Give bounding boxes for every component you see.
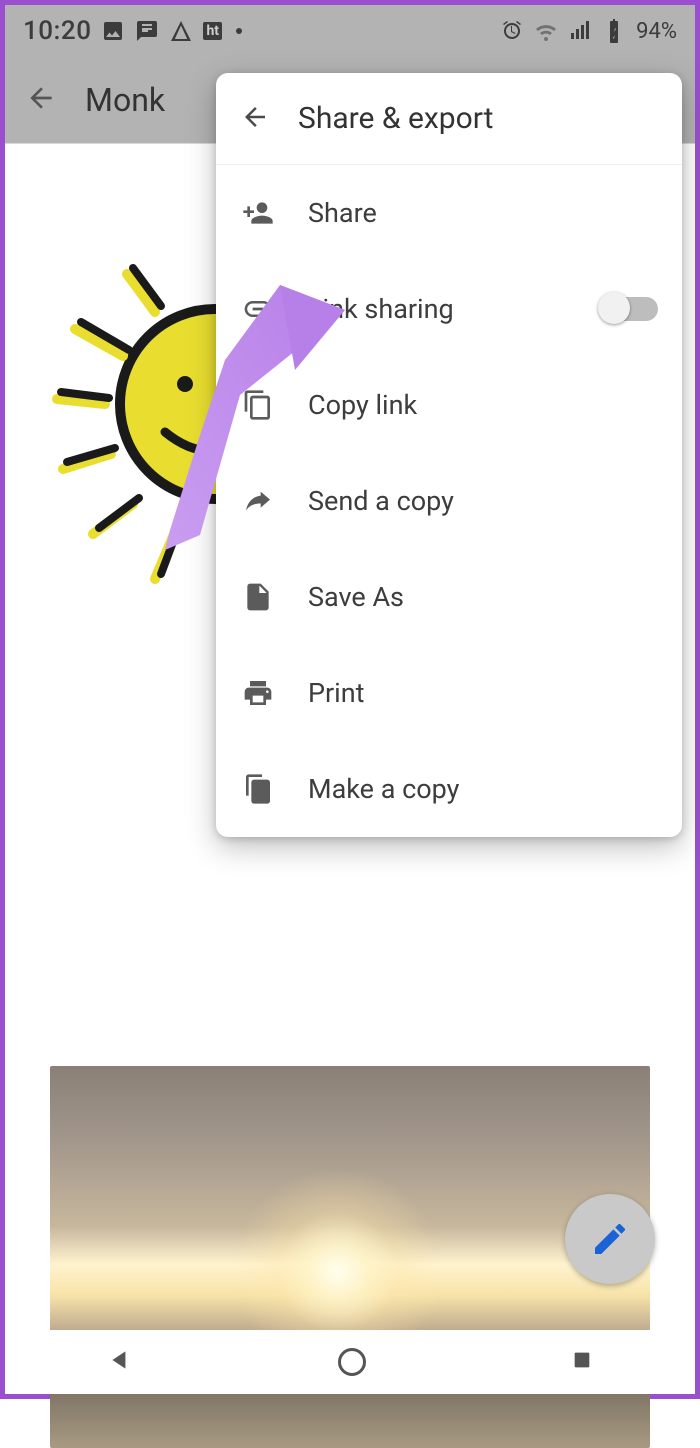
menu-item-copy-link[interactable]: Copy link: [216, 357, 682, 453]
send-icon: [240, 483, 276, 519]
wifi-icon: [534, 19, 558, 43]
menu-item-print[interactable]: Print: [216, 645, 682, 741]
arrow-back-icon: [240, 102, 270, 132]
menu-back-button[interactable]: [240, 102, 270, 136]
more-notifications-dot: [236, 28, 242, 34]
duplicate-icon: [240, 771, 276, 807]
link-sharing-toggle[interactable]: [600, 297, 658, 321]
app-frame: Monk 10:20 ht 94%: [0, 0, 700, 1399]
app-badge-icon: [169, 19, 193, 43]
menu-item-label: Link sharing: [308, 293, 568, 325]
menu-item-label: Save As: [308, 581, 658, 613]
menu-item-label: Send a copy: [308, 485, 658, 517]
menu-header: Share & export: [216, 73, 682, 165]
image-icon: [101, 19, 125, 43]
menu-title: Share & export: [298, 101, 493, 136]
menu-item-label: Share: [308, 197, 658, 229]
clock: 10:20: [23, 16, 91, 46]
square-recent-icon: [571, 1349, 593, 1371]
file-icon: [240, 579, 276, 615]
system-nav-bar: [5, 1330, 695, 1394]
share-export-menu: Share & export Share Link sharing Copy l…: [216, 73, 682, 837]
document-title: Monk: [85, 81, 165, 119]
status-bar: 10:20 ht 94%: [5, 5, 695, 57]
alarm-icon: [500, 19, 524, 43]
menu-item-share[interactable]: Share: [216, 165, 682, 261]
link-icon: [240, 291, 276, 327]
menu-item-label: Make a copy: [308, 773, 658, 805]
back-button[interactable]: [25, 82, 57, 118]
nav-back-button[interactable]: [107, 1347, 133, 1377]
menu-item-link-sharing[interactable]: Link sharing: [216, 261, 682, 357]
battery-percent: 94%: [636, 19, 677, 44]
edit-fab[interactable]: [565, 1194, 655, 1284]
signal-icon: [568, 19, 592, 43]
menu-item-label: Print: [308, 677, 658, 709]
triangle-back-icon: [107, 1347, 133, 1373]
menu-item-make-copy[interactable]: Make a copy: [216, 741, 682, 837]
nav-home-button[interactable]: [338, 1348, 366, 1376]
ht-badge: ht: [203, 22, 222, 40]
menu-item-label: Copy link: [308, 389, 658, 421]
person-add-icon: [240, 195, 276, 231]
copy-link-icon: [240, 387, 276, 423]
screen: Monk 10:20 ht 94%: [5, 5, 695, 1394]
menu-item-send-copy[interactable]: Send a copy: [216, 453, 682, 549]
nav-recent-button[interactable]: [571, 1349, 593, 1375]
print-icon: [240, 675, 276, 711]
pencil-icon: [590, 1219, 630, 1259]
menu-item-save-as[interactable]: Save As: [216, 549, 682, 645]
battery-icon: [602, 19, 626, 43]
message-icon: [135, 19, 159, 43]
